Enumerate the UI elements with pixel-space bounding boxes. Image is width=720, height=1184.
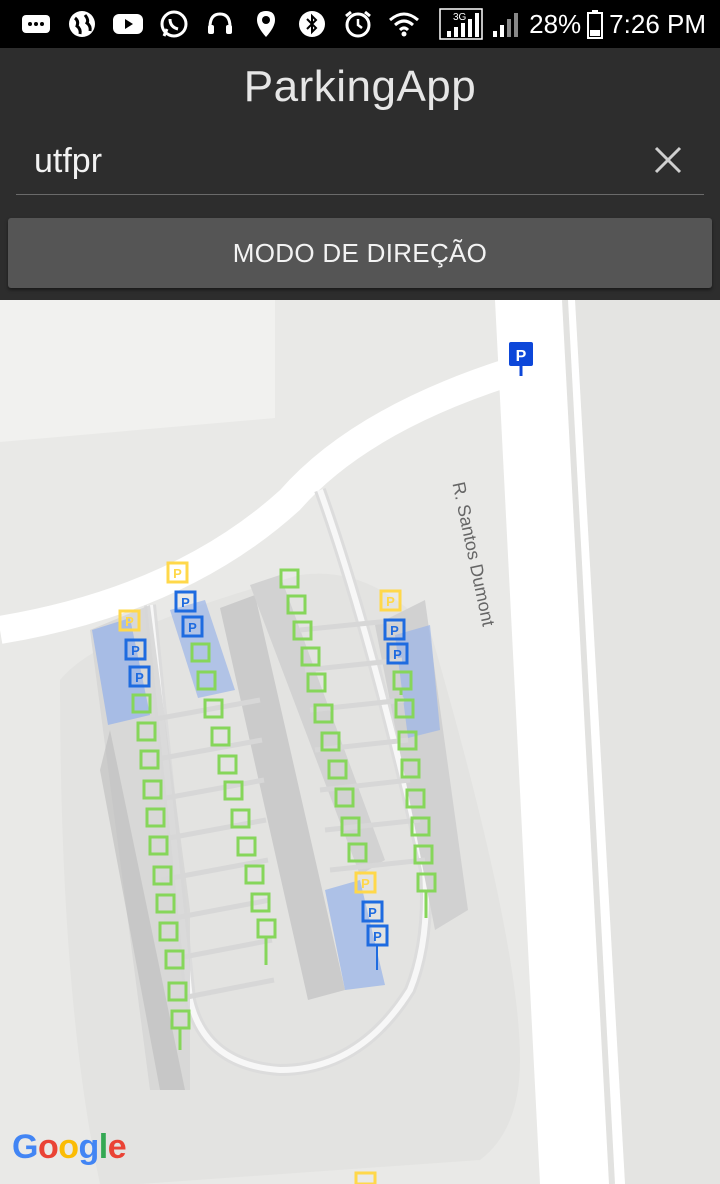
- search-bar: [16, 128, 704, 195]
- app-title: ParkingApp: [243, 62, 477, 111]
- svg-text:P: P: [135, 670, 144, 685]
- svg-text:P: P: [173, 566, 182, 581]
- svg-text:P: P: [390, 623, 399, 638]
- clear-search-button[interactable]: [646, 138, 690, 182]
- battery-icon: [587, 10, 604, 39]
- alarm-icon: [342, 8, 374, 40]
- battery-percent: 28%: [529, 8, 582, 39]
- svg-text:P: P: [131, 643, 140, 658]
- youtube-icon: [112, 8, 144, 40]
- svg-text:P: P: [181, 595, 190, 610]
- svg-text:P: P: [361, 876, 370, 891]
- headset-icon: [204, 8, 236, 40]
- location-icon: [250, 8, 282, 40]
- google-logo: Google: [12, 1128, 127, 1166]
- driving-mode-button[interactable]: MODO DE DIREÇÃO: [8, 218, 712, 288]
- clock: 7:26 PM: [609, 8, 706, 39]
- map-view[interactable]: P P P P P P P P P P P P P R. Santos Dumo…: [0, 300, 720, 1184]
- globe-icon: [66, 8, 98, 40]
- signal-3g-icon: 3G: [439, 8, 483, 40]
- svg-text:P: P: [125, 614, 134, 629]
- wifi-icon: [388, 8, 420, 40]
- signal-icon: [493, 13, 519, 37]
- building-block: [0, 300, 275, 442]
- bluetooth-icon: [296, 8, 328, 40]
- svg-text:P: P: [516, 348, 527, 365]
- svg-text:P: P: [368, 905, 377, 920]
- status-right: 3G 28% 7:26 PM: [439, 0, 706, 48]
- map-canvas: P P P P P P P P P P P P P: [0, 300, 720, 1184]
- svg-text:P: P: [386, 594, 395, 609]
- messages-icon: [20, 8, 52, 40]
- notification-icons: [20, 8, 420, 40]
- close-icon: [654, 146, 682, 174]
- svg-text:P: P: [188, 620, 197, 635]
- whatsapp-icon: [158, 8, 190, 40]
- svg-text:P: P: [393, 647, 402, 662]
- svg-text:3G: 3G: [453, 12, 467, 23]
- svg-text:P: P: [373, 929, 382, 944]
- search-input[interactable]: [32, 140, 596, 182]
- status-bar: 3G 28% 7:26 PM: [0, 0, 720, 48]
- app-bar: ParkingApp MODO DE DIREÇÃO: [0, 48, 720, 300]
